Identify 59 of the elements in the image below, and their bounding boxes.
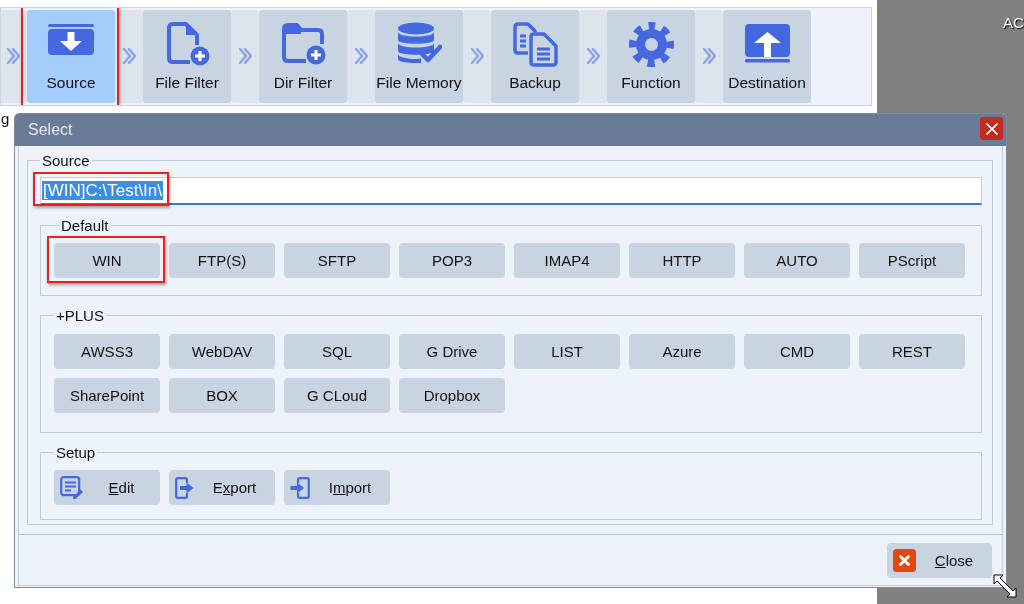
protocol-button[interactable]: SQL bbox=[284, 334, 390, 369]
protocol-button[interactable]: G Drive bbox=[399, 334, 505, 369]
document-pencil-icon bbox=[60, 476, 83, 499]
chevron-icon bbox=[463, 10, 491, 103]
folder-plus-icon bbox=[280, 22, 326, 65]
protocol-button[interactable]: SFTP bbox=[284, 243, 390, 278]
toolbar-button[interactable]: Source bbox=[27, 10, 115, 103]
toolbar-button[interactable]: Destination bbox=[723, 10, 811, 103]
documents-icon bbox=[512, 22, 558, 67]
file-plus-icon bbox=[164, 22, 210, 66]
toolbar-button[interactable]: File Filter bbox=[143, 10, 231, 103]
protocol-button[interactable]: Azure bbox=[629, 334, 735, 369]
window-close-button[interactable] bbox=[980, 117, 1003, 140]
group-label: Source bbox=[41, 152, 91, 169]
protocol-button[interactable]: Dropbox bbox=[399, 378, 505, 413]
desktop-icon-label: AC bbox=[1003, 14, 1024, 31]
protocol-button[interactable]: POP3 bbox=[399, 243, 505, 278]
protocol-button[interactable]: LIST bbox=[514, 334, 620, 369]
chevron-icon bbox=[579, 10, 607, 103]
export-button[interactable]: Export bbox=[169, 470, 275, 505]
chevron-icon bbox=[115, 10, 143, 103]
toolbar-button[interactable]: Backup bbox=[491, 10, 579, 103]
protocol-button[interactable]: G CLoud bbox=[284, 378, 390, 413]
protocol-button[interactable]: PScript bbox=[859, 243, 965, 278]
chevron-icon bbox=[1, 10, 27, 103]
close-icon bbox=[893, 549, 916, 572]
protocol-button[interactable]: AWSS3 bbox=[54, 334, 160, 369]
close-icon bbox=[985, 122, 998, 135]
chevron-icon bbox=[231, 10, 259, 103]
arrow-in-icon bbox=[290, 476, 310, 499]
database-check-icon bbox=[396, 22, 442, 64]
protocol-button[interactable]: AUTO bbox=[744, 243, 850, 278]
protocol-button[interactable]: IMAP4 bbox=[514, 243, 620, 278]
gear-icon bbox=[628, 22, 674, 67]
close-button[interactable]: Close bbox=[887, 543, 992, 578]
protocol-button[interactable]: FTP(S) bbox=[169, 243, 275, 278]
tab-label: g bbox=[1, 110, 10, 127]
arrow-out-icon bbox=[175, 476, 194, 499]
protocol-button[interactable]: CMD bbox=[744, 334, 850, 369]
group-label: Setup bbox=[55, 444, 97, 461]
chevron-icon bbox=[347, 10, 375, 103]
upload-tray-icon bbox=[744, 24, 790, 63]
protocol-button[interactable]: SharePoint bbox=[54, 378, 160, 413]
edit-button[interactable]: Edit bbox=[54, 470, 160, 505]
protocol-button[interactable]: WIN bbox=[54, 243, 160, 278]
protocol-button[interactable]: WebDAV bbox=[169, 334, 275, 369]
protocol-button[interactable]: BOX bbox=[169, 378, 275, 413]
chevron-icon bbox=[695, 10, 723, 103]
import-button[interactable]: Import bbox=[284, 470, 390, 505]
protocol-button[interactable]: REST bbox=[859, 334, 965, 369]
group-label: Default bbox=[60, 217, 110, 234]
download-tray-icon bbox=[48, 24, 94, 55]
dialog-title: Select bbox=[28, 120, 73, 140]
group-label: +PLUS bbox=[55, 307, 105, 324]
resize-cursor-icon bbox=[993, 574, 1017, 598]
toolbar-button[interactable]: File Memory bbox=[375, 10, 463, 103]
toolbar-button[interactable]: Function bbox=[607, 10, 695, 103]
protocol-button[interactable]: HTTP bbox=[629, 243, 735, 278]
toolbar-button[interactable]: Dir Filter bbox=[259, 10, 347, 103]
